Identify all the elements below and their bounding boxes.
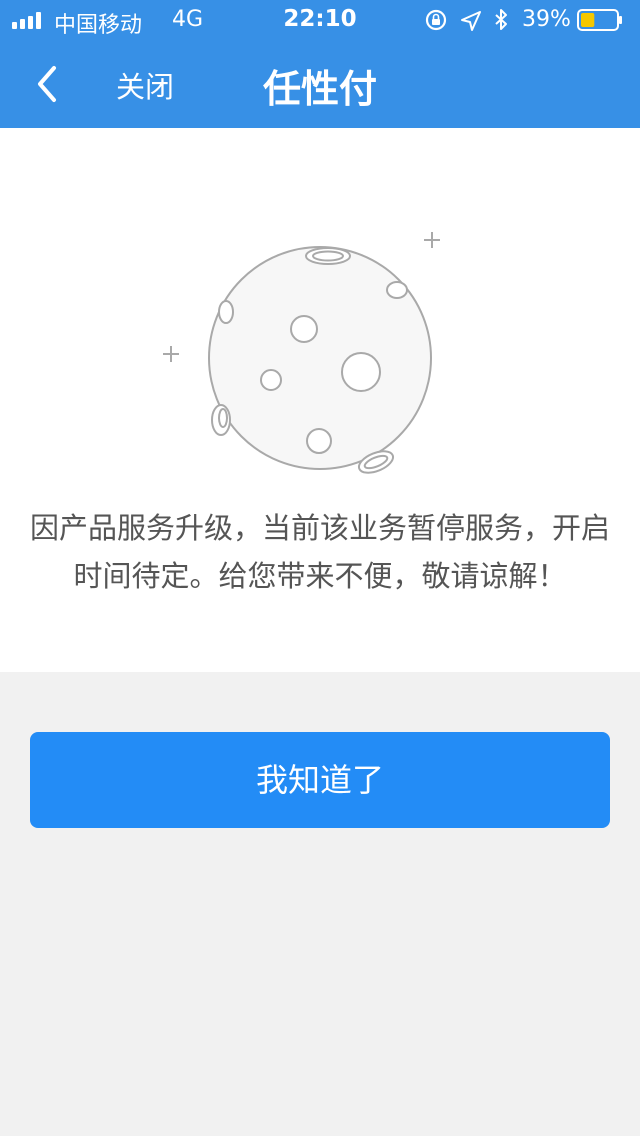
nav-bar: 关闭 任性付 bbox=[0, 40, 640, 128]
battery-percent: 39% bbox=[522, 7, 571, 32]
location-icon bbox=[461, 11, 481, 31]
moon-icon bbox=[163, 232, 440, 474]
notice-message: 因产品服务升级，当前该业务暂停服务，开启时间待定。给您带来不便，敬请谅解！ bbox=[30, 511, 611, 593]
page-title: 任性付 bbox=[262, 67, 377, 111]
rotation-lock-icon bbox=[425, 9, 447, 31]
status-bar: 中国移动 4G 22:10 39% bbox=[0, 0, 640, 40]
confirm-button[interactable]: 我知道了 bbox=[30, 732, 610, 828]
notice-panel: 因产品服务升级，当前该业务暂停服务，开启时间待定。给您带来不便，敬请谅解！ bbox=[0, 128, 640, 672]
battery-icon bbox=[577, 9, 622, 31]
top-bar: 中国移动 4G 22:10 39% 关闭 任性付 bbox=[0, 0, 640, 128]
status-icons bbox=[425, 9, 507, 31]
bluetooth-icon bbox=[495, 9, 507, 30]
